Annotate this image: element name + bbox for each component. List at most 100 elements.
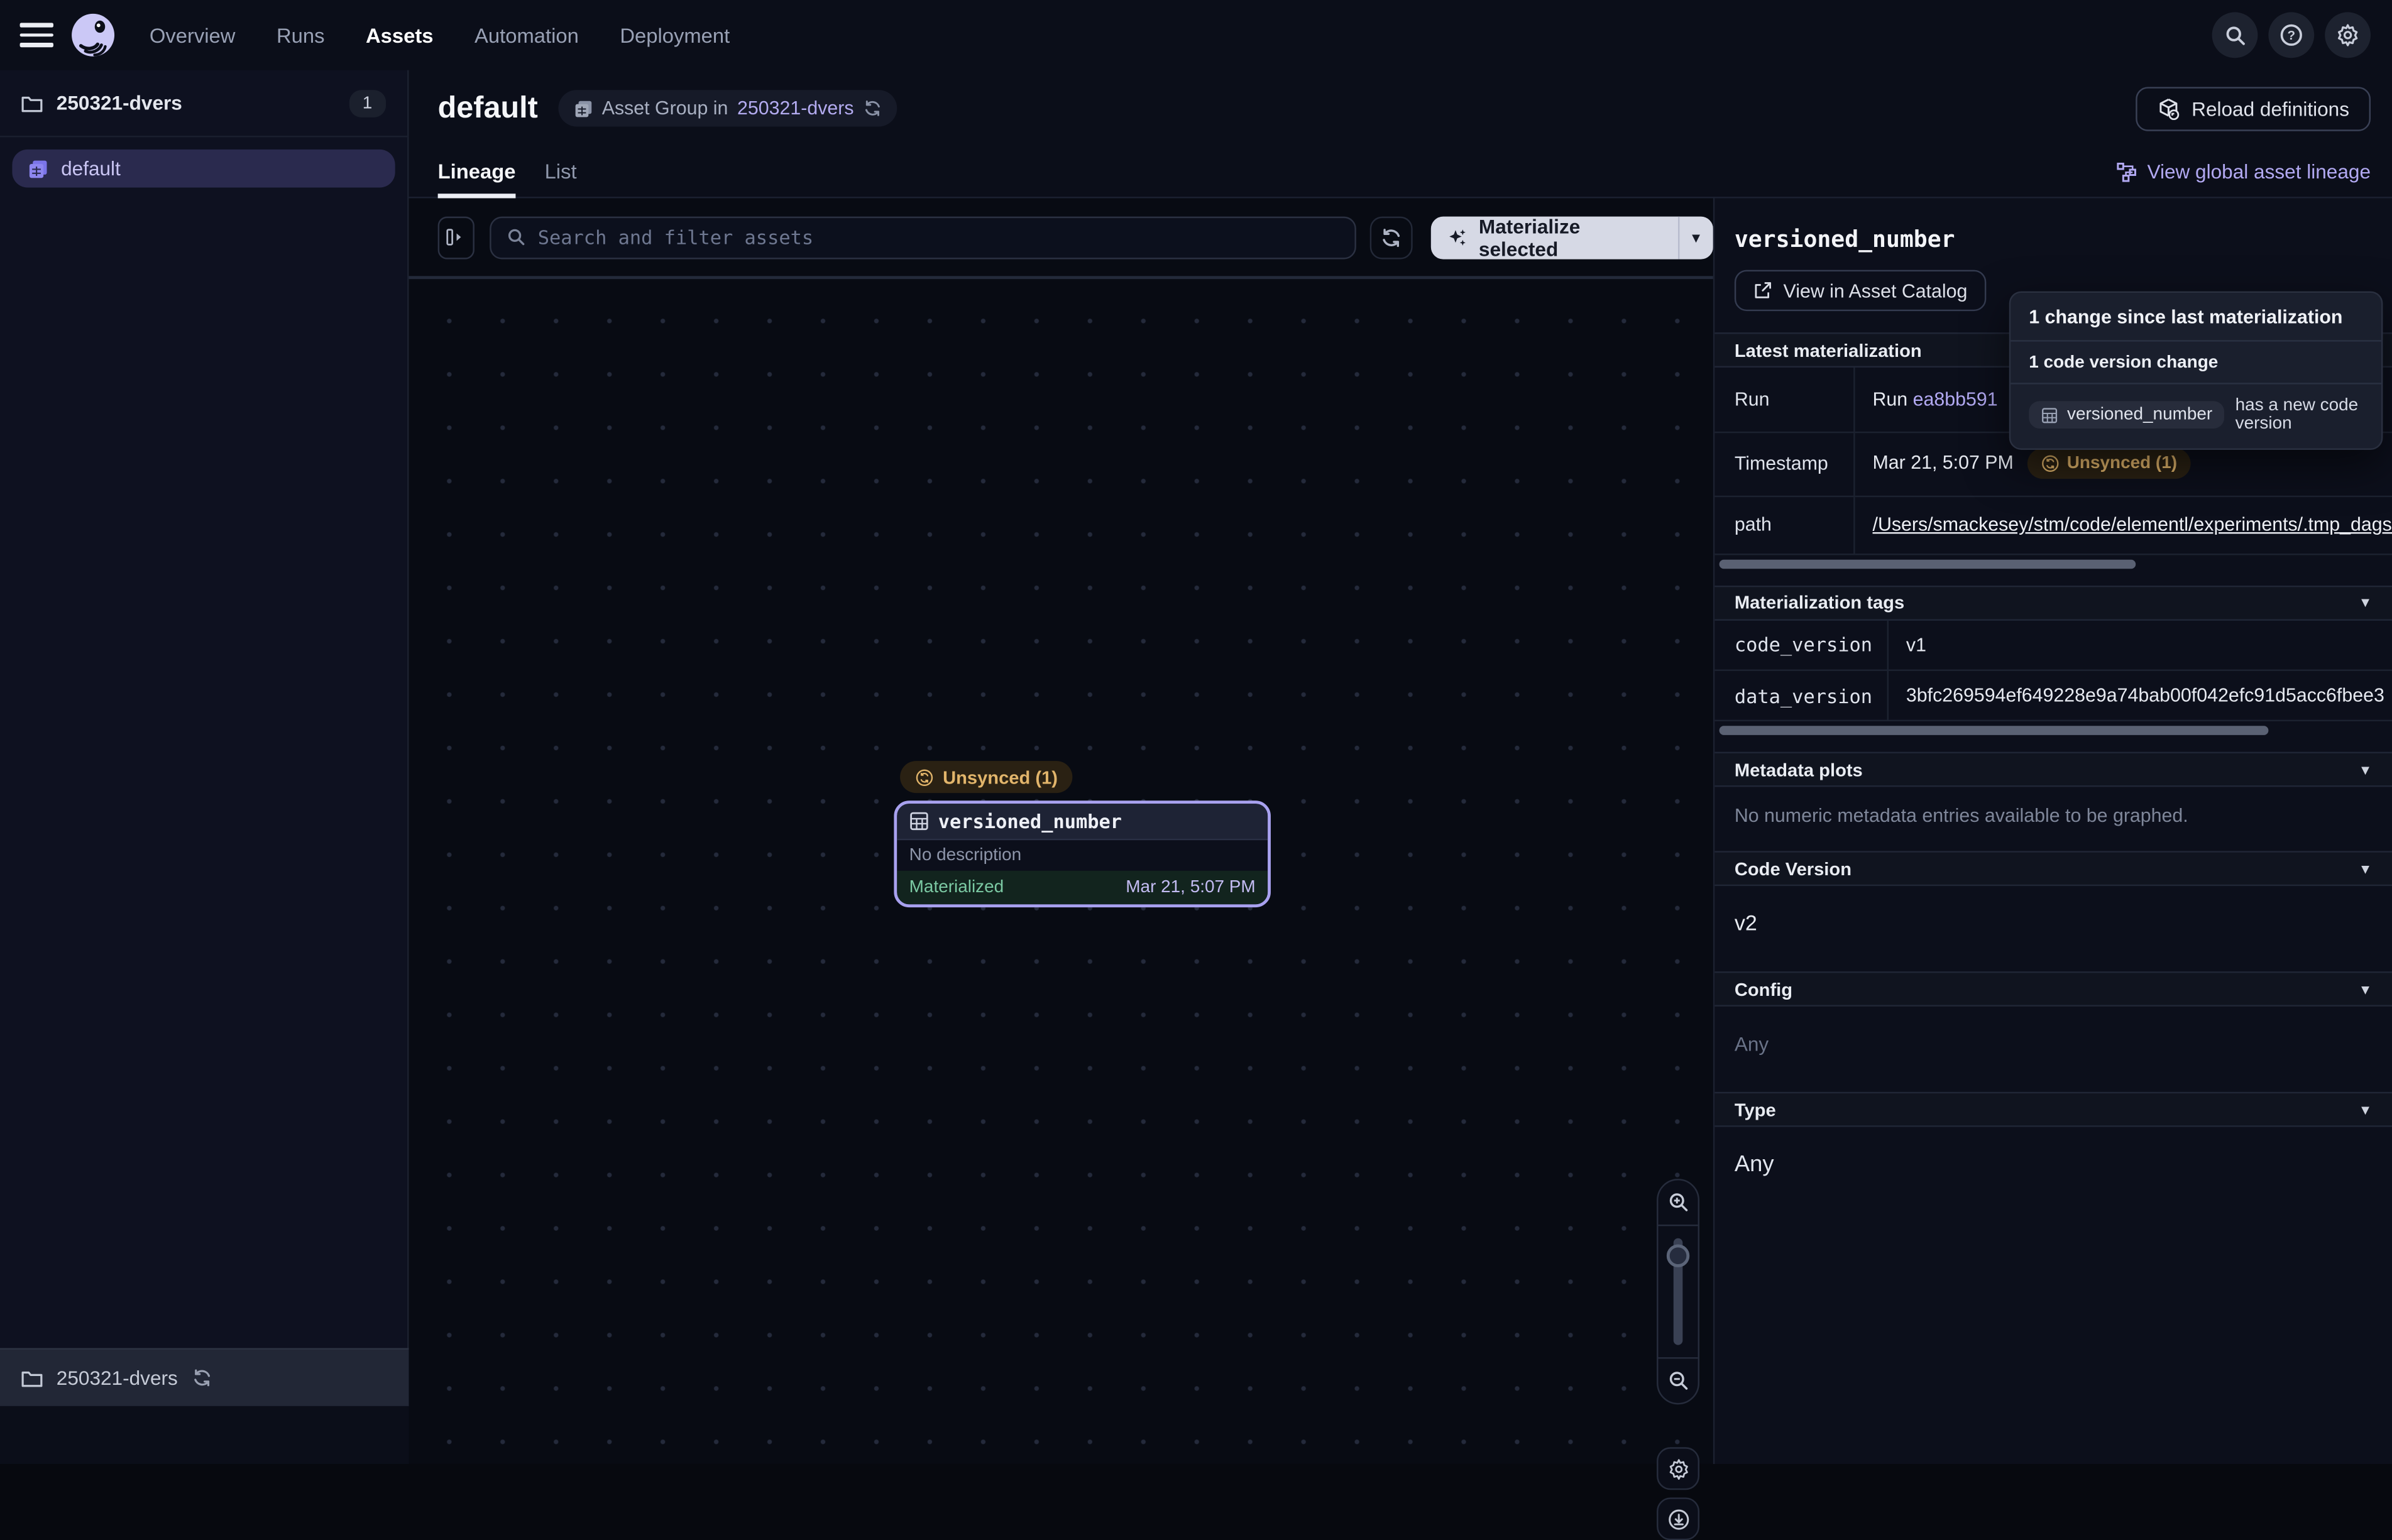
zoom-slider[interactable] (1658, 1226, 1698, 1357)
top-nav: Overview Runs Assets Automation Deployme… (0, 0, 2392, 70)
lineage-graph-area: Materialize selected ▼ Unsynced (1) vers… (409, 199, 1713, 1464)
hamburger-menu-icon[interactable] (20, 23, 53, 47)
asset-chip-label: versioned_number (2067, 406, 2212, 424)
sidebar: 250321-dvers 1 default 250321-dvers (0, 70, 409, 1406)
asset-group-badge[interactable]: Asset Group in 250321-dvers (557, 90, 896, 126)
tab-list[interactable]: List (545, 146, 577, 197)
nav-item-overview[interactable]: Overview (150, 24, 236, 46)
view-global-asset-lineage-link[interactable]: View global asset lineage (2115, 160, 2371, 183)
chevron-down-icon[interactable]: ▼ (2359, 1102, 2373, 1117)
asset-node-footer: Materialized Mar 21, 5:07 PM (897, 871, 1268, 904)
refresh-graph-button[interactable] (1370, 216, 1412, 258)
nav-item-deployment[interactable]: Deployment (620, 24, 730, 46)
chevron-down-icon[interactable]: ▼ (2359, 595, 2373, 610)
view-in-asset-catalog-button[interactable]: View in Asset Catalog (1735, 270, 1986, 312)
section-materialization-tags: Materialization tags ▼ (1714, 585, 2392, 620)
asset-search-box (489, 216, 1356, 258)
horizontal-scrollbar[interactable] (1720, 726, 2269, 735)
run-link[interactable]: ea8bb591 (1913, 388, 1998, 410)
popover-change-text: has a new code version (2236, 396, 2363, 433)
code-version-value: v1 (1887, 620, 2392, 670)
graph-settings-button[interactable] (1657, 1447, 1699, 1490)
download-image-button[interactable] (1657, 1497, 1699, 1540)
external-link-icon (1753, 281, 1773, 301)
settings-button[interactable] (2325, 12, 2371, 58)
table-row: code_version v1 (1714, 620, 2392, 670)
asset-node-timestamp: Mar 21, 5:07 PM (1126, 878, 1255, 897)
search-input[interactable] (538, 226, 1340, 248)
graph-toolbar: Materialize selected ▼ (409, 199, 1713, 280)
nav-item-runs[interactable]: Runs (277, 24, 324, 46)
table-row: data_version 3bfc269594ef649228e9a74bab0… (1714, 670, 2392, 721)
type-heading: Type (1735, 1099, 1776, 1120)
gear-icon (2335, 23, 2360, 47)
chevron-down-icon[interactable]: ▼ (2359, 981, 2373, 997)
table-icon (2041, 407, 2058, 423)
expand-sidebar-button[interactable] (438, 216, 474, 258)
sidebar-item-default[interactable]: default (12, 150, 395, 188)
chevron-down-icon[interactable]: ▼ (2359, 762, 2373, 777)
sidebar-item-label: default (61, 157, 121, 180)
run-label: Run (1714, 368, 1853, 432)
reload-icon[interactable] (192, 1368, 212, 1388)
metadata-plots-heading: Metadata plots (1735, 758, 1863, 780)
zoom-slider-handle[interactable] (1667, 1244, 1689, 1267)
asset-chip[interactable]: versioned_number (2029, 401, 2224, 429)
popover-title: 1 change since last materialization (2011, 293, 2381, 342)
zoom-in-button[interactable] (1658, 1181, 1698, 1226)
changes-popover: 1 change since last materialization 1 co… (2009, 292, 2383, 450)
path-label: path (1714, 496, 1853, 554)
node-unsynced-badge[interactable]: Unsynced (1) (900, 761, 1073, 793)
asset-node-versioned-number[interactable]: versioned_number No description Material… (894, 800, 1271, 907)
config-heading: Config (1735, 978, 1792, 1000)
type-value: Any (1735, 1151, 1774, 1177)
help-button[interactable]: ? (2268, 12, 2314, 58)
lineage-canvas[interactable]: Unsynced (1) versioned_number No descrip… (409, 282, 1713, 1464)
asset-group-icon (28, 158, 49, 179)
nav-item-assets[interactable]: Assets (366, 24, 433, 46)
sidebar-folder-count-badge: 1 (349, 89, 386, 117)
zoom-out-button[interactable] (1658, 1357, 1698, 1403)
view-global-asset-lineage-label: View global asset lineage (2147, 160, 2371, 183)
dagster-logo-icon[interactable] (70, 12, 116, 58)
panel-toggle-icon (446, 227, 466, 248)
nav-item-automation[interactable]: Automation (475, 24, 579, 46)
config-value: Any (1735, 1032, 1769, 1055)
sidebar-folder-250321-dvers[interactable]: 250321-dvers 1 (0, 70, 407, 138)
sidebar-footer[interactable]: 250321-dvers (0, 1348, 409, 1406)
unsynced-badge[interactable]: Unsynced (1) (2027, 449, 2191, 479)
tab-lineage[interactable]: Lineage (438, 146, 516, 197)
svg-text:?: ? (2287, 28, 2295, 43)
timestamp-label: Timestamp (1714, 432, 1853, 496)
asset-node-description: No description (897, 840, 1268, 871)
page-header: default Asset Group in 250321-dvers Relo… (409, 70, 2392, 146)
materialize-selected-button[interactable]: Materialize selected (1430, 216, 1677, 258)
popover-change-row: versioned_number has a new code version (2011, 385, 2381, 449)
asset-detail-title: versioned_number (1735, 226, 2392, 253)
node-unsynced-label: Unsynced (1) (943, 767, 1058, 788)
zoom-out-icon (1667, 1370, 1689, 1392)
code-version-key: code_version (1714, 620, 1887, 670)
sync-icon (1381, 226, 1402, 248)
materialize-selected-label: Materialize selected (1479, 216, 1660, 258)
materialize-dropdown-button[interactable]: ▼ (1677, 216, 1713, 258)
chevron-down-icon[interactable]: ▼ (2359, 861, 2373, 876)
reload-definitions-button[interactable]: Reload definitions (2135, 86, 2371, 130)
reload-definitions-label: Reload definitions (2192, 97, 2349, 119)
materialization-tags-heading: Materialization tags (1735, 592, 1904, 613)
sidebar-footer-label: 250321-dvers (57, 1367, 178, 1389)
asset-node-header: versioned_number (897, 804, 1268, 840)
path-link[interactable]: /Users/smackesey/stm/code/elementl/exper… (1873, 514, 2392, 535)
badge-prefix: Asset Group in (602, 97, 728, 119)
search-button[interactable] (2212, 12, 2258, 58)
page-title: default (438, 90, 538, 126)
app-root: Overview Runs Assets Automation Deployme… (0, 0, 2392, 1464)
section-type: Type ▼ (1714, 1092, 2392, 1127)
unsynced-icon (915, 768, 933, 786)
reload-icon[interactable] (863, 99, 881, 117)
materialize-selected-button-group: Materialize selected ▼ (1430, 216, 1713, 258)
badge-code-location-link[interactable]: 250321-dvers (737, 97, 854, 119)
asset-group-icon (573, 99, 593, 119)
horizontal-scrollbar[interactable] (1720, 559, 2136, 569)
section-code-version: Code Version ▼ (1714, 851, 2392, 886)
